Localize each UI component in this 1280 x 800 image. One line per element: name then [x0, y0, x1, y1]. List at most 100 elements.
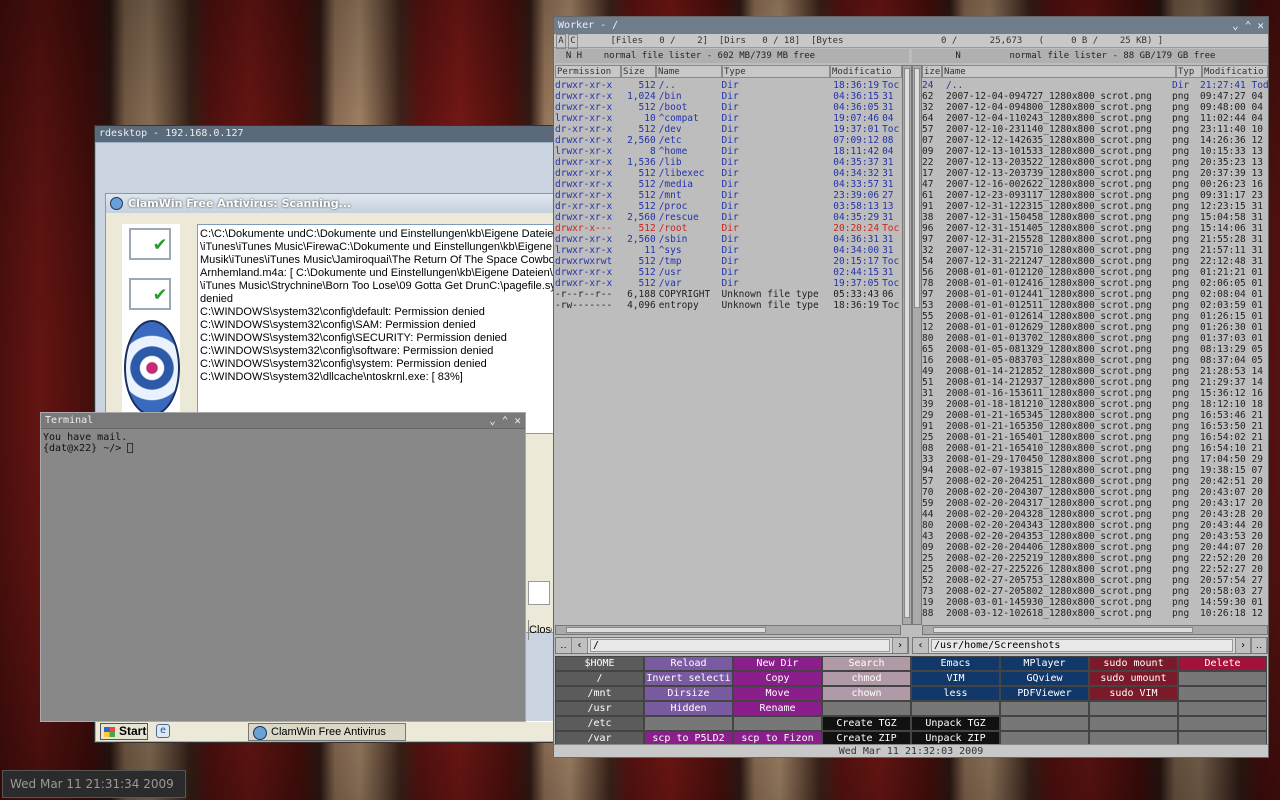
path-back-icon[interactable]: ‥ [556, 638, 572, 653]
maximize-icon[interactable]: ⌃ [502, 413, 509, 429]
file-row[interactable]: 39 2008-01-18-181210_1280x800_scrot.png pn… [922, 399, 1268, 410]
button-move[interactable]: Move [733, 686, 822, 701]
file-row[interactable]: drwxr-xr-x 512/var Dir 19:37:05 Toc [555, 278, 901, 289]
file-row[interactable]: 07 2007-12-12-142635_1280x800_scrot.png pn… [922, 135, 1268, 146]
column-header[interactable]: Name [942, 65, 1176, 78]
file-row[interactable]: 25 2008-01-21-165401_1280x800_scrot.png pn… [922, 432, 1268, 443]
button-empty[interactable] [1089, 716, 1178, 731]
file-row[interactable]: dr-xr-xr-x 512/dev Dir 19:37:01 Toc [555, 124, 901, 135]
file-row[interactable]: drwxrwxrwt 512/tmp Dir 20:15:17 Toc [555, 256, 901, 267]
minimize-icon[interactable]: ⌄ [1232, 17, 1239, 34]
path-parent-icon[interactable]: ‥ [1251, 638, 1267, 653]
file-row[interactable]: 44 2008-02-20-204328_1280x800_scrot.png pn… [922, 509, 1268, 520]
file-row[interactable]: 91 2007-12-31-122315_1280x800_scrot.png pn… [922, 201, 1268, 212]
button-mplayer[interactable]: MPlayer [1000, 656, 1089, 671]
file-row[interactable]: 59 2008-02-20-204317_1280x800_scrot.png pn… [922, 498, 1268, 509]
file-row[interactable]: 64 2007-12-04-110243_1280x800_scrot.png pn… [922, 113, 1268, 124]
button-hidden[interactable]: Hidden [644, 701, 733, 716]
file-row[interactable]: 53 2008-01-01-012511_1280x800_scrot.png pn… [922, 300, 1268, 311]
file-row[interactable]: 80 2008-02-20-204343_1280x800_scrot.png pn… [922, 520, 1268, 531]
button-chown[interactable]: chown [822, 686, 911, 701]
file-row[interactable]: drwxr-xr-x 2,560/etc Dir 07:09:12 08 [555, 135, 901, 146]
file-row[interactable]: 57 2008-02-20-204251_1280x800_scrot.png pn… [922, 476, 1268, 487]
file-row[interactable]: 16 2008-01-05-083703_1280x800_scrot.png pn… [922, 355, 1268, 366]
file-row[interactable]: 97 2007-12-31-215528_1280x800_scrot.png pn… [922, 234, 1268, 245]
file-row[interactable]: 56 2008-01-01-012120_1280x800_scrot.png pn… [922, 267, 1268, 278]
file-row[interactable]: drwxr-xr-x 512/usr Dir 02:44:15 31 [555, 267, 901, 278]
worker-titlebar[interactable]: Worker - / ⌄ ⌃ ✕ [554, 17, 1268, 34]
file-row[interactable]: lrwxr-xr-x 10 ^compat Dir 19:07:46 04 [555, 113, 901, 124]
scan-log[interactable]: C:\C:\Dokumente undC:\Dokumente und Eins… [197, 224, 567, 434]
path-right-icon[interactable]: › [892, 638, 908, 653]
left-horizontal-scrollbar[interactable] [555, 625, 901, 635]
file-row[interactable]: 73 2008-02-27-205802_1280x800_scrot.png pn… [922, 586, 1268, 597]
column-header[interactable]: Name [656, 65, 722, 78]
file-row[interactable]: 32 2007-12-31-215710_1280x800_scrot.png pn… [922, 245, 1268, 256]
file-row[interactable]: 29 2008-01-21-165345_1280x800_scrot.png pn… [922, 410, 1268, 421]
file-row[interactable]: drwxr-xr-x 1,024/bin Dir 04:36:15 31 [555, 91, 901, 102]
button-empty[interactable] [1089, 701, 1178, 716]
file-row[interactable]: 22 2007-12-13-203522_1280x800_scrot.png pn… [922, 157, 1268, 168]
button-search[interactable]: Search [822, 656, 911, 671]
minimize-icon[interactable]: ⌄ [489, 413, 496, 429]
file-row[interactable]: -r--r--r-- 6,188 COPYRIGHT Unknown file typ… [555, 289, 901, 300]
button-empty[interactable] [1178, 671, 1267, 686]
file-row[interactable]: lrwxr-xr-x 8 ^home Dir 18:11:42 04 [555, 146, 901, 157]
column-header[interactable]: Modificatio [830, 65, 902, 78]
left-vertical-scrollbar[interactable] [902, 65, 912, 625]
button-gqview[interactable]: GQview [1000, 671, 1089, 686]
button-pdfviewer[interactable]: PDFViewer [1000, 686, 1089, 701]
file-row[interactable]: 65 2008-01-05-081329_1280x800_scrot.png pn… [922, 344, 1268, 355]
button-empty[interactable] [1178, 701, 1267, 716]
button-less[interactable]: less [911, 686, 1000, 701]
button-empty[interactable] [733, 716, 822, 731]
file-row[interactable]: 09 2008-02-20-204406_1280x800_scrot.png pn… [922, 542, 1268, 553]
button-vim[interactable]: VIM [911, 671, 1000, 686]
file-row[interactable]: 57 2007-12-10-231140_1280x800_scrot.png pn… [922, 124, 1268, 135]
button-root[interactable]: / [555, 671, 644, 686]
column-header[interactable]: Size [621, 65, 656, 78]
file-row[interactable]: 96 2007-12-31-151405_1280x800_scrot.png pn… [922, 223, 1268, 234]
terminal-window[interactable]: Terminal ⌄ ⌃ ✕ You have mail. {dat@x22} … [40, 412, 526, 722]
file-row[interactable]: 94 2008-02-07-193815_1280x800_scrot.png pn… [922, 465, 1268, 476]
file-row[interactable]: 61 2007-12-23-093117_1280x800_scrot.png pn… [922, 190, 1268, 201]
button-sudo-umount[interactable]: sudo umount [1089, 671, 1178, 686]
close-icon[interactable]: ✕ [1257, 17, 1264, 34]
file-row[interactable]: drwxr-xr-x 512/mnt Dir 23:39:06 27 [555, 190, 901, 201]
terminal-prompt-line[interactable]: {dat@x22} ~/> [43, 443, 523, 454]
column-header[interactable]: Typ [1176, 65, 1202, 78]
file-row[interactable]: 88 2008-03-12-102618_1280x800_scrot.png pn… [922, 608, 1268, 619]
button-empty[interactable] [1178, 686, 1267, 701]
button-mnt[interactable]: /mnt [555, 686, 644, 701]
close-button[interactable]: Close [528, 620, 552, 640]
column-header[interactable]: Type [722, 65, 830, 78]
right-column-headers[interactable]: ize Name Typ Modificatio [922, 65, 1268, 78]
button-dirsize[interactable]: Dirsize [644, 686, 733, 701]
column-header[interactable]: ize [922, 65, 942, 78]
worker-window[interactable]: Worker - / ⌄ ⌃ ✕ AC [Files 0 / 2] [Dirs … [553, 16, 1269, 758]
file-row[interactable]: -rw------- 4,096 entropy Unknown file type 1… [555, 300, 901, 311]
button-empty[interactable] [911, 701, 1000, 716]
button-emacs[interactable]: Emacs [911, 656, 1000, 671]
right-path-input[interactable]: /usr/home/Screenshots [931, 639, 1233, 652]
button-empty[interactable] [644, 716, 733, 731]
button-chmod[interactable]: chmod [822, 671, 911, 686]
column-header[interactable]: Modificatio [1202, 65, 1268, 78]
file-row[interactable]: 09 2007-12-13-101533_1280x800_scrot.png pn… [922, 146, 1268, 157]
button-sudo-mount[interactable]: sudo mount [1089, 656, 1178, 671]
left-column-headers[interactable]: Permission Size Name Type Modificatio [555, 65, 903, 78]
file-row[interactable]: 38 2007-12-31-150458_1280x800_scrot.png pn… [922, 212, 1268, 223]
button-empty[interactable] [1178, 716, 1267, 731]
file-row[interactable]: 91 2008-01-21-165350_1280x800_scrot.png pn… [922, 421, 1268, 432]
right-file-list[interactable]: 24 /.. Dir 21:27:41 Tod 62 2007-12-04-094727_… [922, 80, 1268, 625]
clamwin-titlebar[interactable]: ClamWin Free Antivirus: Scanning... [106, 194, 564, 213]
button-create-tgz[interactable]: Create TGZ [822, 716, 911, 731]
file-row[interactable]: 33 2008-01-29-170450_1280x800_scrot.png pn… [922, 454, 1268, 465]
path-right-icon[interactable]: › [1235, 638, 1251, 653]
path-left-icon[interactable]: ‹ [913, 638, 929, 653]
file-row[interactable]: 55 2008-01-01-012614_1280x800_scrot.png pn… [922, 311, 1268, 322]
file-row[interactable]: 43 2008-02-20-204353_1280x800_scrot.png pn… [922, 531, 1268, 542]
close-icon[interactable]: ✕ [514, 413, 521, 429]
right-horizontal-scrollbar[interactable] [922, 625, 1268, 635]
file-row[interactable]: drwxr-xr-x 2,560/sbin Dir 04:36:31 31 [555, 234, 901, 245]
